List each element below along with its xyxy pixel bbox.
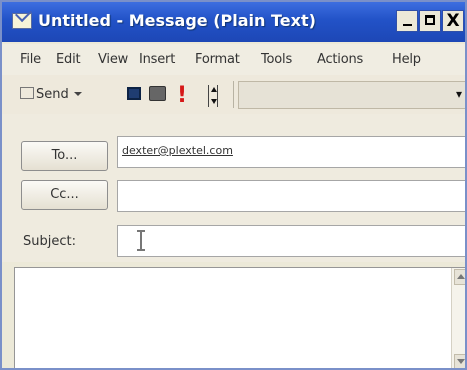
menu-insert[interactable]: Insert	[139, 52, 175, 67]
send-options-icon[interactable]	[73, 92, 82, 96]
to-button[interactable]: To...	[21, 141, 108, 171]
cc-button[interactable]: Cc...	[21, 180, 108, 210]
title-bar[interactable]: Untitled - Message (Plain Text) X	[2, 2, 465, 42]
close-button[interactable]: X	[442, 10, 464, 32]
message-icon	[12, 13, 32, 29]
menu-help[interactable]: Help	[392, 52, 421, 67]
importance-low-icon[interactable]	[208, 85, 218, 107]
to-field[interactable]: dexter@plextel.com	[117, 136, 465, 168]
subject-label: Subject:	[23, 234, 76, 249]
text-cursor-icon	[137, 230, 145, 251]
window-controls: X	[396, 10, 465, 34]
menu-file[interactable]: File	[20, 52, 41, 67]
importance-high-icon[interactable]: !	[177, 83, 187, 108]
print-icon[interactable]	[149, 86, 166, 101]
send-icon	[20, 87, 34, 99]
combo-dropdown-icon[interactable]: ▾	[450, 84, 465, 105]
message-body[interactable]	[14, 267, 465, 368]
minimize-button[interactable]	[396, 10, 418, 32]
send-button[interactable]: Send	[20, 87, 112, 108]
message-window: Untitled - Message (Plain Text) X File E…	[0, 0, 467, 370]
vertical-scrollbar[interactable]	[451, 268, 465, 368]
scroll-up-icon[interactable]	[454, 269, 465, 285]
maximize-button[interactable]	[419, 10, 441, 32]
send-label: Send	[36, 87, 69, 102]
window-title: Untitled - Message (Plain Text)	[38, 11, 316, 30]
scroll-down-icon[interactable]	[454, 354, 465, 368]
cc-field[interactable]	[117, 180, 465, 212]
menu-actions[interactable]: Actions	[317, 52, 363, 67]
subject-field[interactable]	[117, 225, 465, 257]
message-header: To... dexter@plextel.com Cc... Subject:	[2, 114, 465, 262]
menu-edit[interactable]: Edit	[56, 52, 81, 67]
menu-tools[interactable]: Tools	[261, 52, 292, 67]
menu-bar: File Edit View Insert Format Tools Actio…	[2, 44, 465, 76]
toolbar: Send ! ▾	[2, 75, 465, 115]
menu-format[interactable]: Format	[195, 52, 240, 67]
font-combo-box[interactable]: ▾	[238, 81, 465, 109]
to-value: dexter@plextel.com	[122, 144, 233, 157]
save-icon[interactable]	[127, 87, 141, 100]
menu-view[interactable]: View	[98, 52, 128, 67]
toolbar-separator	[233, 81, 234, 108]
